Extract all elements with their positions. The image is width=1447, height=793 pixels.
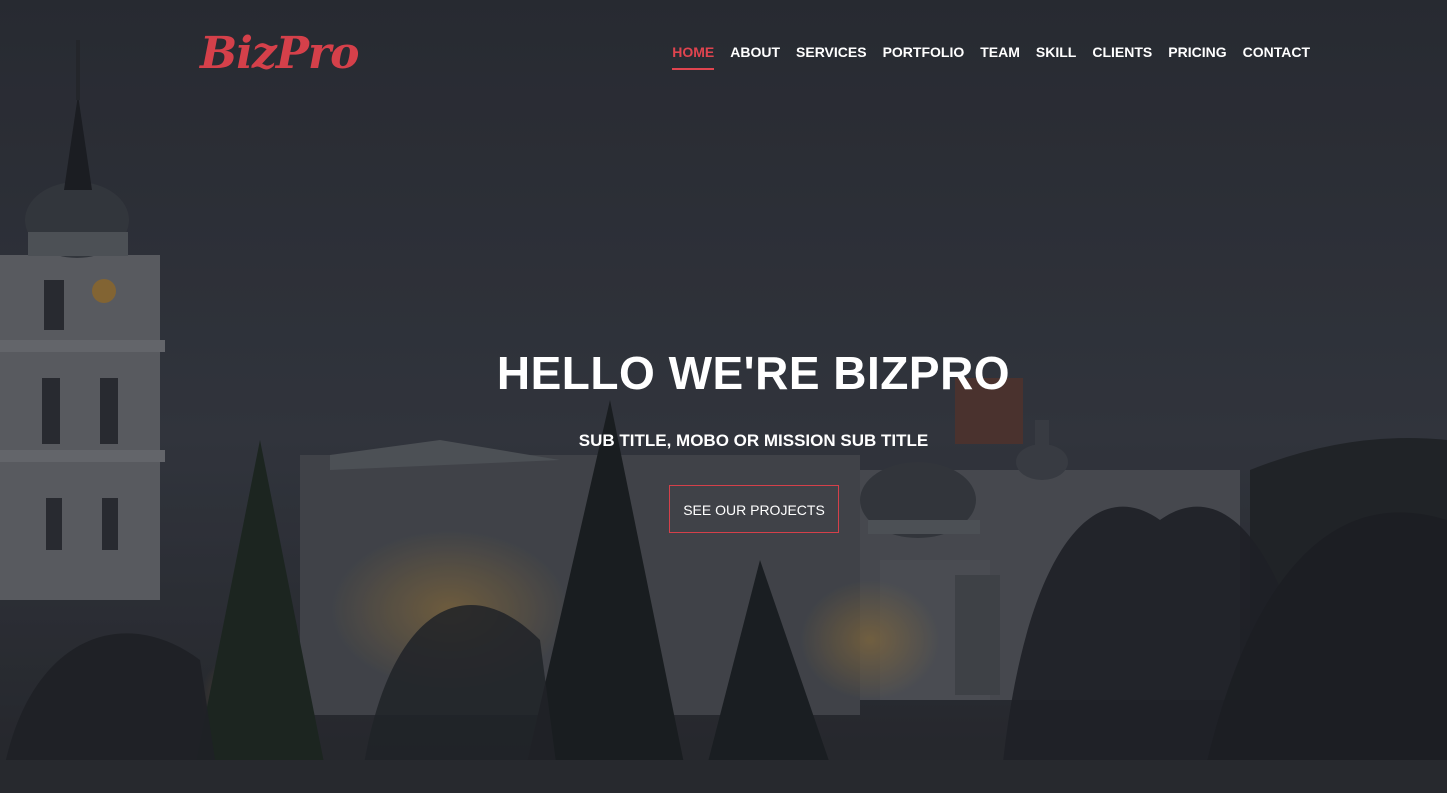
nav-item-clients[interactable]: CLIENTS: [1092, 42, 1152, 70]
hero-content: HELLO WE'RE BIZPRO SUB TITLE, MOBO OR MI…: [0, 340, 1447, 533]
nav-item-home[interactable]: HOME: [672, 42, 715, 70]
main-menu: HOME ABOUT SERVICES PORTFOLIO TEAM SKILL…: [672, 42, 1310, 70]
see-our-projects-button[interactable]: SEE OUR PROJECTS: [669, 485, 839, 533]
brand-logo[interactable]: BizPro: [200, 26, 360, 82]
nav-item-team[interactable]: TEAM: [980, 42, 1020, 70]
nav-item-about[interactable]: ABOUT: [730, 42, 780, 70]
nav-item-contact[interactable]: CONTACT: [1243, 42, 1310, 70]
hero-title: HELLO WE'RE BIZPRO: [496, 347, 1011, 399]
nav-item-pricing[interactable]: PRICING: [1168, 42, 1226, 70]
nav-item-services[interactable]: SERVICES: [796, 42, 867, 70]
nav-item-portfolio[interactable]: PORTFOLIO: [883, 42, 965, 70]
top-navbar: BizPro HOME ABOUT SERVICES PORTFOLIO TEA…: [0, 0, 1447, 110]
nav-item-skill[interactable]: SKILL: [1036, 42, 1076, 70]
hero-subtitle: SUB TITLE, MOBO OR MISSION SUB TITLE: [578, 431, 929, 450]
